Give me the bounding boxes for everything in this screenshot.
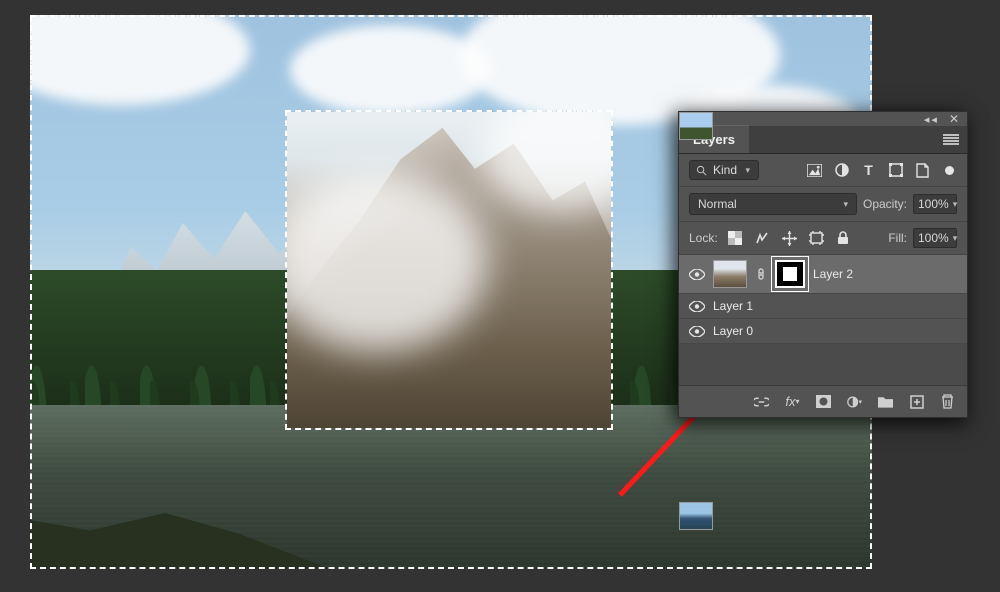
new-group-icon[interactable] xyxy=(878,394,893,409)
new-layer-icon[interactable] xyxy=(909,394,924,409)
chevron-down-icon: ▾ xyxy=(953,233,958,244)
fill-value: 100% xyxy=(918,231,949,245)
layer-thumbnail[interactable] xyxy=(679,502,713,530)
new-adjustment-layer-icon[interactable]: ▾ xyxy=(847,394,862,409)
cloud xyxy=(290,25,490,115)
blend-mode-select[interactable]: Normal ▾ xyxy=(689,193,857,215)
filter-kind-label: Kind xyxy=(713,163,737,177)
layer-list-empty xyxy=(679,344,967,386)
filter-shape-icon[interactable] xyxy=(888,163,903,178)
lock-label: Lock: xyxy=(689,231,718,245)
chevron-down-icon: ▾ xyxy=(953,199,958,210)
add-mask-icon[interactable] xyxy=(816,394,831,409)
panel-tab-bar: Layers xyxy=(679,126,967,154)
chevron-down-icon: ▾ xyxy=(843,199,848,210)
selection-marquee-inner xyxy=(285,110,613,430)
layer-mask-thumbnail[interactable] xyxy=(775,260,805,288)
filter-type-icon[interactable]: T xyxy=(861,163,876,178)
delete-layer-icon[interactable] xyxy=(940,394,955,409)
layer-row[interactable]: Layer 1 xyxy=(679,294,967,319)
visibility-toggle-icon[interactable] xyxy=(689,325,705,337)
lock-fill-row: Lock: Fill: 100% ▾ xyxy=(679,222,967,255)
layers-panel[interactable]: ◂◂ ✕ Layers Kind ▾ T Normal ▾ Opacity: xyxy=(678,111,968,418)
link-layers-icon[interactable] xyxy=(754,394,769,409)
panel-menu-icon[interactable] xyxy=(943,134,959,146)
layer-row[interactable]: Layer 0 xyxy=(679,319,967,344)
chevron-down-icon: ▾ xyxy=(745,165,750,176)
blend-opacity-row: Normal ▾ Opacity: 100% ▾ xyxy=(679,187,967,222)
layer-list: Layer 2 Layer 1 Layer 0 xyxy=(679,255,967,386)
layer-name[interactable]: Layer 1 xyxy=(713,299,753,313)
lock-image-icon[interactable] xyxy=(755,231,770,246)
lock-transparency-icon[interactable] xyxy=(728,231,743,246)
lock-artboard-icon[interactable] xyxy=(809,231,824,246)
lock-position-icon[interactable] xyxy=(782,231,797,246)
blend-mode-value: Normal xyxy=(698,197,737,211)
layer-thumbnail[interactable] xyxy=(713,260,747,288)
opacity-value: 100% xyxy=(918,197,949,211)
layer-name[interactable]: Layer 2 xyxy=(813,267,853,281)
filter-smartobject-icon[interactable] xyxy=(915,163,930,178)
fill-label: Fill: xyxy=(888,231,907,245)
layer-filter-kind[interactable]: Kind ▾ xyxy=(689,160,759,180)
opacity-input[interactable]: 100% ▾ xyxy=(913,194,957,214)
opacity-label: Opacity: xyxy=(863,197,907,211)
filter-toggle-icon[interactable] xyxy=(942,163,957,178)
layer-row[interactable]: Layer 2 xyxy=(679,255,967,294)
lock-all-icon[interactable] xyxy=(836,231,851,246)
panel-close-icon[interactable]: ✕ xyxy=(949,112,959,126)
filter-adjustment-icon[interactable] xyxy=(834,163,849,178)
layers-panel-footer: fx▾ ▾ xyxy=(679,386,967,417)
panel-collapse-bar[interactable]: ◂◂ ✕ xyxy=(679,112,967,126)
layer-mask-link-icon[interactable] xyxy=(755,267,767,281)
layer-name[interactable]: Layer 0 xyxy=(713,324,753,338)
layer-effects-icon[interactable]: fx▾ xyxy=(785,394,800,409)
layer-filter-row: Kind ▾ T xyxy=(679,154,967,187)
layer-thumbnail[interactable] xyxy=(679,112,713,140)
fill-input[interactable]: 100% ▾ xyxy=(913,228,957,248)
visibility-toggle-icon[interactable] xyxy=(689,300,705,312)
search-icon xyxy=(696,165,707,176)
panel-collapse-icon[interactable]: ◂◂ xyxy=(924,113,939,126)
filter-pixel-icon[interactable] xyxy=(807,163,822,178)
visibility-toggle-icon[interactable] xyxy=(689,268,705,280)
